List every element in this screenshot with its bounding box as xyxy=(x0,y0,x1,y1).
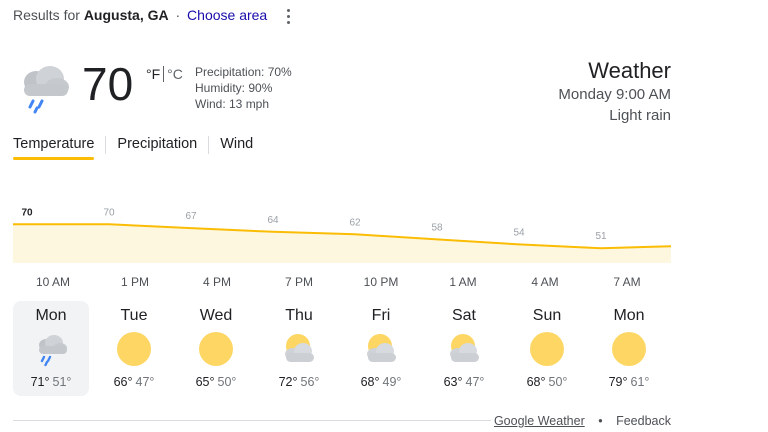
chart-tabs: Temperature Precipitation Wind xyxy=(13,134,253,160)
x-tick-label-4: 10 PM xyxy=(364,275,399,289)
partly-cloudy-icon xyxy=(281,331,317,367)
current-temperature: 70 xyxy=(82,58,134,110)
day-name: Mon xyxy=(613,307,645,324)
day-low: 61° xyxy=(630,375,650,389)
day-name: Wed xyxy=(199,307,233,324)
temperature-area xyxy=(13,224,671,263)
tab-wind[interactable]: Wind xyxy=(220,134,253,160)
day-low: 47° xyxy=(465,375,485,389)
tab-divider xyxy=(105,136,107,154)
value-label-6: 54 xyxy=(513,227,525,238)
day-cell-sat[interactable]: Sat 63° 47° xyxy=(426,301,502,396)
results-line: Results for Augusta, GA · Choose area xyxy=(13,7,267,23)
day-temps: 65° 50° xyxy=(178,375,254,389)
x-tick-label-5: 1 AM xyxy=(449,275,476,289)
google-weather-link[interactable]: Google Weather xyxy=(494,414,585,428)
day-name: Thu xyxy=(285,307,313,324)
feedback-link[interactable]: Feedback xyxy=(616,414,671,428)
rain-cloud-icon xyxy=(33,331,69,367)
day-temps: 66° 47° xyxy=(96,375,172,389)
results-prefix: Results for xyxy=(13,7,80,23)
footer-divider xyxy=(13,420,491,421)
day-low: 49° xyxy=(382,375,402,389)
day-high: 68° xyxy=(360,375,380,389)
value-label-2: 67 xyxy=(185,211,197,222)
day-low: 51° xyxy=(52,375,72,389)
separator-dot: · xyxy=(175,7,181,23)
partly-cloudy-icon xyxy=(446,331,482,367)
day-high: 66° xyxy=(113,375,133,389)
choose-area-link[interactable]: Choose area xyxy=(187,7,267,23)
precipitation-value: Precipitation: 70% xyxy=(195,65,292,79)
day-high: 72° xyxy=(278,375,298,389)
x-tick-label-1: 1 PM xyxy=(121,275,149,289)
value-label-5: 58 xyxy=(431,222,443,233)
unit-divider xyxy=(163,66,165,82)
sun-icon xyxy=(116,331,152,367)
more-vert-icon[interactable] xyxy=(281,6,295,26)
value-label-3: 64 xyxy=(267,215,279,226)
x-tick-label-6: 4 AM xyxy=(531,275,558,289)
day-low: 47° xyxy=(135,375,155,389)
day-low: 50° xyxy=(548,375,568,389)
value-label-0: 70 xyxy=(21,207,33,218)
unit-toggle: °F °C xyxy=(146,66,183,82)
day-temps: 72° 56° xyxy=(261,375,337,389)
tab-precipitation[interactable]: Precipitation xyxy=(117,134,197,160)
wind-value: Wind: 13 mph xyxy=(195,97,270,111)
day-name: Sun xyxy=(532,307,562,324)
day-temps: 71° 51° xyxy=(13,375,89,389)
x-tick-label-7: 7 AM xyxy=(613,275,640,289)
day-name: Fri xyxy=(371,307,391,324)
weather-title: Weather xyxy=(588,58,671,83)
day-cell-thu[interactable]: Thu 72° 56° xyxy=(261,301,337,396)
datetime-label: Monday 9:00 AM xyxy=(558,86,671,103)
day-high: 68° xyxy=(526,375,546,389)
footer: Google Weather • Feedback xyxy=(494,414,671,428)
day-temps: 79° 61° xyxy=(591,375,667,389)
day-cell-mon[interactable]: Mon 79° 61° xyxy=(591,301,667,396)
day-temps: 63° 47° xyxy=(426,375,502,389)
day-cell-fri[interactable]: Fri 68° 49° xyxy=(343,301,419,396)
day-high: 65° xyxy=(195,375,215,389)
day-high: 71° xyxy=(30,375,50,389)
celsius-toggle[interactable]: °C xyxy=(167,66,183,82)
fahrenheit-toggle[interactable]: °F xyxy=(146,66,160,82)
x-tick-label-2: 4 PM xyxy=(203,275,231,289)
tab-temperature[interactable]: Temperature xyxy=(13,134,95,160)
tab-divider xyxy=(208,136,210,154)
day-high: 79° xyxy=(608,375,628,389)
sun-icon xyxy=(611,331,647,367)
value-label-1: 70 xyxy=(103,207,115,218)
cloud-rain-icon xyxy=(24,66,69,114)
day-temps: 68° 50° xyxy=(509,375,585,389)
day-cell-sun[interactable]: Sun 68° 50° xyxy=(509,301,585,396)
day-low: 56° xyxy=(300,375,320,389)
weather-details: Precipitation: 70% Humidity: 90% Wind: 1… xyxy=(195,64,292,112)
sun-icon xyxy=(529,331,565,367)
condition-label: Light rain xyxy=(609,107,671,124)
location-name: Augusta, GA xyxy=(83,7,169,23)
weather-summary: Weather Monday 9:00 AM Light rain xyxy=(558,58,671,126)
day-name: Mon xyxy=(35,307,67,324)
day-name: Tue xyxy=(120,307,148,324)
footer-separator: • xyxy=(598,414,603,428)
value-label-4: 62 xyxy=(349,217,361,228)
sun-icon xyxy=(198,331,234,367)
humidity-value: Humidity: 90% xyxy=(195,81,273,95)
partly-cloudy-icon xyxy=(363,331,399,367)
day-low: 50° xyxy=(217,375,237,389)
x-tick-label-3: 7 PM xyxy=(285,275,313,289)
day-cell-mon[interactable]: Mon 71° 51° xyxy=(13,301,89,396)
day-cell-wed[interactable]: Wed 65° 50° xyxy=(178,301,254,396)
day-temps: 68° 49° xyxy=(343,375,419,389)
x-tick-label-0: 10 AM xyxy=(36,275,70,289)
day-high: 63° xyxy=(443,375,463,389)
temperature-chart: 70 10 AM 70 1 PM 67 4 PM 64 7 PM 62 10 PM 58 1 AM 54… xyxy=(12,207,672,289)
day-name: Sat xyxy=(451,307,476,324)
value-label-7: 51 xyxy=(595,231,607,242)
day-cell-tue[interactable]: Tue 66° 47° xyxy=(96,301,172,396)
